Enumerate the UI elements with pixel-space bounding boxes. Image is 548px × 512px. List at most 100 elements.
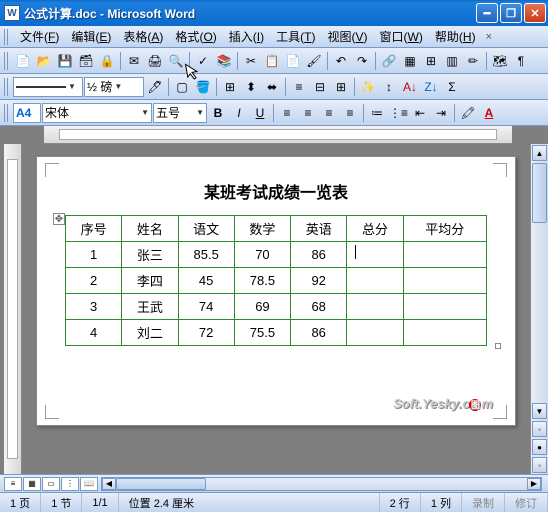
web-view-icon[interactable]: ▦ [23,477,41,491]
highlight-icon[interactable]: 🖍 [458,103,478,123]
doc-map-icon[interactable]: 🗺 [490,51,510,71]
font-name-dropdown[interactable]: 宋体▼ [42,103,152,123]
print-icon[interactable]: 🖨 [145,51,165,71]
scrollbar-thumb[interactable] [532,163,547,223]
close-button[interactable]: ✕ [524,3,546,23]
menu-table[interactable]: 表格(A) [117,26,169,47]
align-icon[interactable]: ≡ [289,77,309,97]
align-justify-icon[interactable]: ≡ [340,103,360,123]
shading-icon[interactable]: 🪣 [193,77,213,97]
scroll-up-icon[interactable]: ▲ [532,145,547,161]
toolbar-grip[interactable] [4,29,10,45]
active-cell[interactable] [347,242,403,268]
outside-border-icon[interactable]: ▢ [172,77,192,97]
split-cells-icon[interactable]: ⬌ [262,77,282,97]
bold-button[interactable]: B [208,103,228,123]
align-left-icon[interactable]: ≡ [277,103,297,123]
format-painter-icon[interactable]: 🖌 [304,51,324,71]
col-header[interactable]: 姓名 [122,216,178,242]
save-icon[interactable]: 💾 [55,51,75,71]
vertical-ruler[interactable] [4,144,22,474]
border-color-icon[interactable]: 🖊 [145,77,165,97]
merge-cells-icon[interactable]: ⬍ [241,77,261,97]
line-weight-dropdown[interactable]: ½ 磅▼ [84,77,144,97]
col-header[interactable]: 数学 [234,216,290,242]
redo-icon[interactable]: ↷ [352,51,372,71]
email-icon[interactable]: ✉ [124,51,144,71]
browse-object-icon[interactable]: ● [532,439,547,455]
menu-insert[interactable]: 插入(I) [223,26,270,47]
horizontal-scrollbar[interactable]: ◀ ▶ [101,477,542,491]
toolbar-grip[interactable] [4,104,10,122]
outline-view-icon[interactable]: ⋮ [61,477,79,491]
preview-icon[interactable]: 🔍 [166,51,186,71]
paste-icon[interactable]: 📄 [283,51,303,71]
menu-file[interactable]: 文件(F) [14,26,65,47]
new-doc-icon[interactable]: 📄 [13,51,33,71]
permissions-icon[interactable]: 🔒 [97,51,117,71]
autosum-icon[interactable]: Σ [442,77,462,97]
table-resize-handle-icon[interactable] [495,343,501,349]
align-center-icon[interactable]: ≡ [298,103,318,123]
reading-view-icon[interactable]: 📖 [80,477,98,491]
document-page[interactable]: 某班考试成绩一览表 ✥ 序号 姓名 语文 数学 英语 总分 平均分 1 张三 8… [36,156,516,426]
font-color-icon[interactable]: A [479,103,499,123]
tables-borders-icon[interactable]: ▦ [400,51,420,71]
next-page-icon[interactable]: ◦ [532,457,547,473]
decrease-indent-icon[interactable]: ⇤ [410,103,430,123]
menu-help[interactable]: 帮助(H) [429,26,482,47]
copy-icon[interactable]: 📋 [262,51,282,71]
style-dropdown[interactable]: A4 [13,103,41,123]
cut-icon[interactable]: ✂ [241,51,261,71]
distribute-cols-icon[interactable]: ⊞ [331,77,351,97]
hyperlink-icon[interactable]: 🔗 [379,51,399,71]
scrollbar-thumb[interactable] [116,478,206,490]
menu-view[interactable]: 视图(V) [322,26,374,47]
col-header[interactable]: 英语 [291,216,347,242]
col-header[interactable]: 平均分 [403,216,486,242]
undo-icon[interactable]: ↶ [331,51,351,71]
horizontal-ruler[interactable] [44,126,512,144]
scroll-right-icon[interactable]: ▶ [527,478,541,490]
normal-view-icon[interactable]: ≡ [4,477,22,491]
open-icon[interactable]: 📂 [34,51,54,71]
table-move-handle-icon[interactable]: ✥ [53,213,65,225]
print-layout-view-icon[interactable]: ▭ [42,477,60,491]
align-right-icon[interactable]: ≡ [319,103,339,123]
drawing-icon[interactable]: ✏ [463,51,483,71]
sort-asc-icon[interactable]: A↓ [400,77,420,97]
toolbar-grip[interactable] [4,78,10,96]
sort-desc-icon[interactable]: Z↓ [421,77,441,97]
font-size-dropdown[interactable]: 五号▼ [153,103,207,123]
prev-page-icon[interactable]: ◦ [532,421,547,437]
line-style-dropdown[interactable]: ▼ [13,77,83,97]
document-title[interactable]: 某班考试成绩一览表 [65,179,487,203]
spellcheck-icon[interactable]: ✓ [193,51,213,71]
menubar-close-icon[interactable]: × [482,31,496,43]
col-header[interactable]: 总分 [347,216,403,242]
autoformat-icon[interactable]: ✨ [358,77,378,97]
bullets-icon[interactable]: ⋮≡ [388,103,409,123]
col-header[interactable]: 序号 [66,216,122,242]
minimize-button[interactable]: ━ [476,3,498,23]
show-marks-icon[interactable]: ¶ [511,51,531,71]
italic-button[interactable]: I [229,103,249,123]
insert-table-icon[interactable]: ⊞ [421,51,441,71]
grades-table[interactable]: 序号 姓名 语文 数学 英语 总分 平均分 1 张三 85.5 70 86 [65,215,487,346]
text-direction-icon[interactable]: ↕ [379,77,399,97]
menu-edit[interactable]: 编辑(E) [65,26,117,47]
maximize-button[interactable]: ❐ [500,3,522,23]
numbering-icon[interactable]: ≔ [367,103,387,123]
scroll-left-icon[interactable]: ◀ [102,478,116,490]
increase-indent-icon[interactable]: ⇥ [431,103,451,123]
scroll-down-icon[interactable]: ▼ [532,403,547,419]
menu-tools[interactable]: 工具(T) [270,26,321,47]
menu-window[interactable]: 窗口(W) [374,26,429,47]
saveall-icon[interactable]: 🗃 [76,51,96,71]
underline-button[interactable]: U [250,103,270,123]
col-header[interactable]: 语文 [178,216,234,242]
menu-format[interactable]: 格式(O) [169,26,222,47]
insert-table-icon[interactable]: ⊞ [220,77,240,97]
columns-icon[interactable]: ▥ [442,51,462,71]
distribute-rows-icon[interactable]: ⊟ [310,77,330,97]
